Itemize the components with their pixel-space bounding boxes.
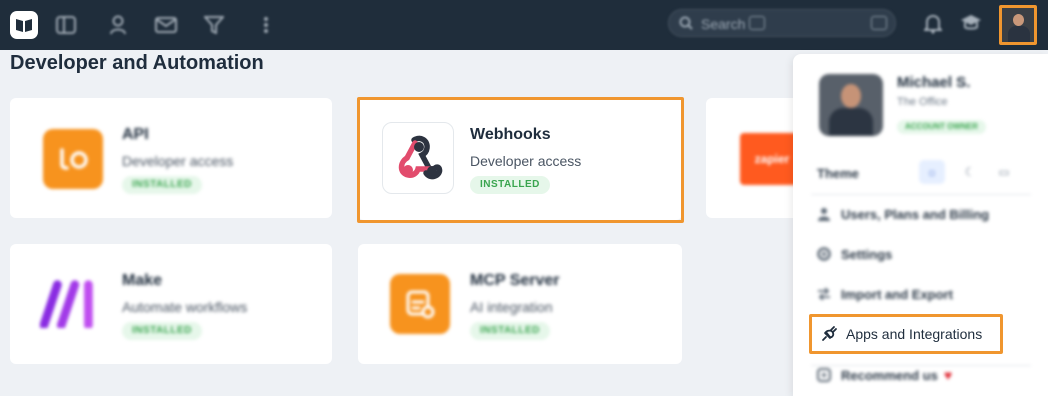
card-desc: Automate workflows	[122, 299, 248, 315]
card-name: API	[122, 126, 149, 143]
divider	[811, 194, 1031, 195]
user-avatar-icon	[1013, 14, 1024, 26]
search-placeholder: Search	[701, 16, 746, 32]
card-desc: Developer access	[122, 153, 234, 169]
mail-icon[interactable]	[155, 14, 177, 36]
menu-item-label: Recommend us	[841, 367, 938, 383]
book-logo-icon[interactable]	[10, 11, 38, 39]
profile-org: The Office	[897, 96, 948, 108]
menu-item-settings[interactable]: Settings	[815, 243, 892, 265]
card-name: MCP Server	[470, 272, 560, 289]
menu-item-label: Import and Export	[841, 286, 953, 302]
installed-badge: INSTALLED	[470, 322, 550, 340]
account-owner-badge: ACCOUNT OWNER	[897, 120, 986, 134]
user-avatar-button[interactable]	[999, 5, 1037, 45]
card-name: Make	[122, 272, 163, 289]
integration-card-mcp-server[interactable]: MCP Server AI integration INSTALLED	[358, 244, 682, 364]
search-icon	[679, 16, 693, 35]
webhooks-highlight	[357, 97, 684, 223]
keyboard-shortcut-icon	[749, 16, 765, 30]
integration-card-api[interactable]: API Developer access INSTALLED	[10, 98, 332, 218]
integration-card-make[interactable]: Make Automate workflows INSTALLED	[10, 244, 332, 364]
monitor-icon[interactable]: ▭	[991, 160, 1017, 184]
make-logo-icon	[40, 274, 100, 334]
moon-icon[interactable]: ☾	[957, 160, 983, 184]
mcp-logo-icon	[390, 274, 450, 334]
search-input[interactable]: Search	[668, 9, 896, 37]
kanban-icon[interactable]	[55, 14, 77, 36]
more-vertical-icon[interactable]	[255, 14, 277, 36]
installed-badge: INSTALLED	[122, 322, 202, 340]
api-logo-icon	[43, 129, 103, 189]
top-bar: Search	[0, 0, 1048, 50]
share-icon	[815, 368, 833, 382]
plug-icon	[820, 325, 838, 343]
profile-avatar	[819, 74, 883, 136]
menu-item-apps-integrations[interactable]: Apps and Integrations	[809, 314, 1003, 354]
menu-item-label: Settings	[841, 246, 893, 262]
menu-item-import-export[interactable]: Import and Export	[815, 283, 953, 305]
sun-icon[interactable]: ☼	[919, 160, 945, 184]
menu-item-users-plans-billing[interactable]: Users, Plans and Billing	[815, 203, 989, 225]
graduation-cap-icon[interactable]	[960, 14, 982, 37]
menu-item-label: Apps and Integrations	[846, 326, 983, 342]
user-icon	[815, 207, 833, 221]
menu-item-label: Users, Plans and Billing	[841, 206, 990, 222]
transfer-icon	[815, 288, 833, 300]
theme-label: Theme	[817, 166, 859, 181]
bell-icon[interactable]	[922, 14, 944, 39]
installed-badge: INSTALLED	[122, 176, 202, 194]
search-filter-icon[interactable]	[871, 16, 887, 30]
filter-icon[interactable]	[203, 14, 225, 36]
card-desc: AI integration	[470, 299, 553, 315]
profile-name: Michael S.	[897, 74, 971, 91]
page-title: Developer and Automation	[10, 52, 264, 74]
menu-item-recommend-us[interactable]: Recommend us ♥	[815, 364, 952, 386]
user-icon[interactable]	[107, 14, 129, 36]
gear-icon	[815, 247, 833, 261]
heart-icon: ♥	[943, 367, 953, 383]
